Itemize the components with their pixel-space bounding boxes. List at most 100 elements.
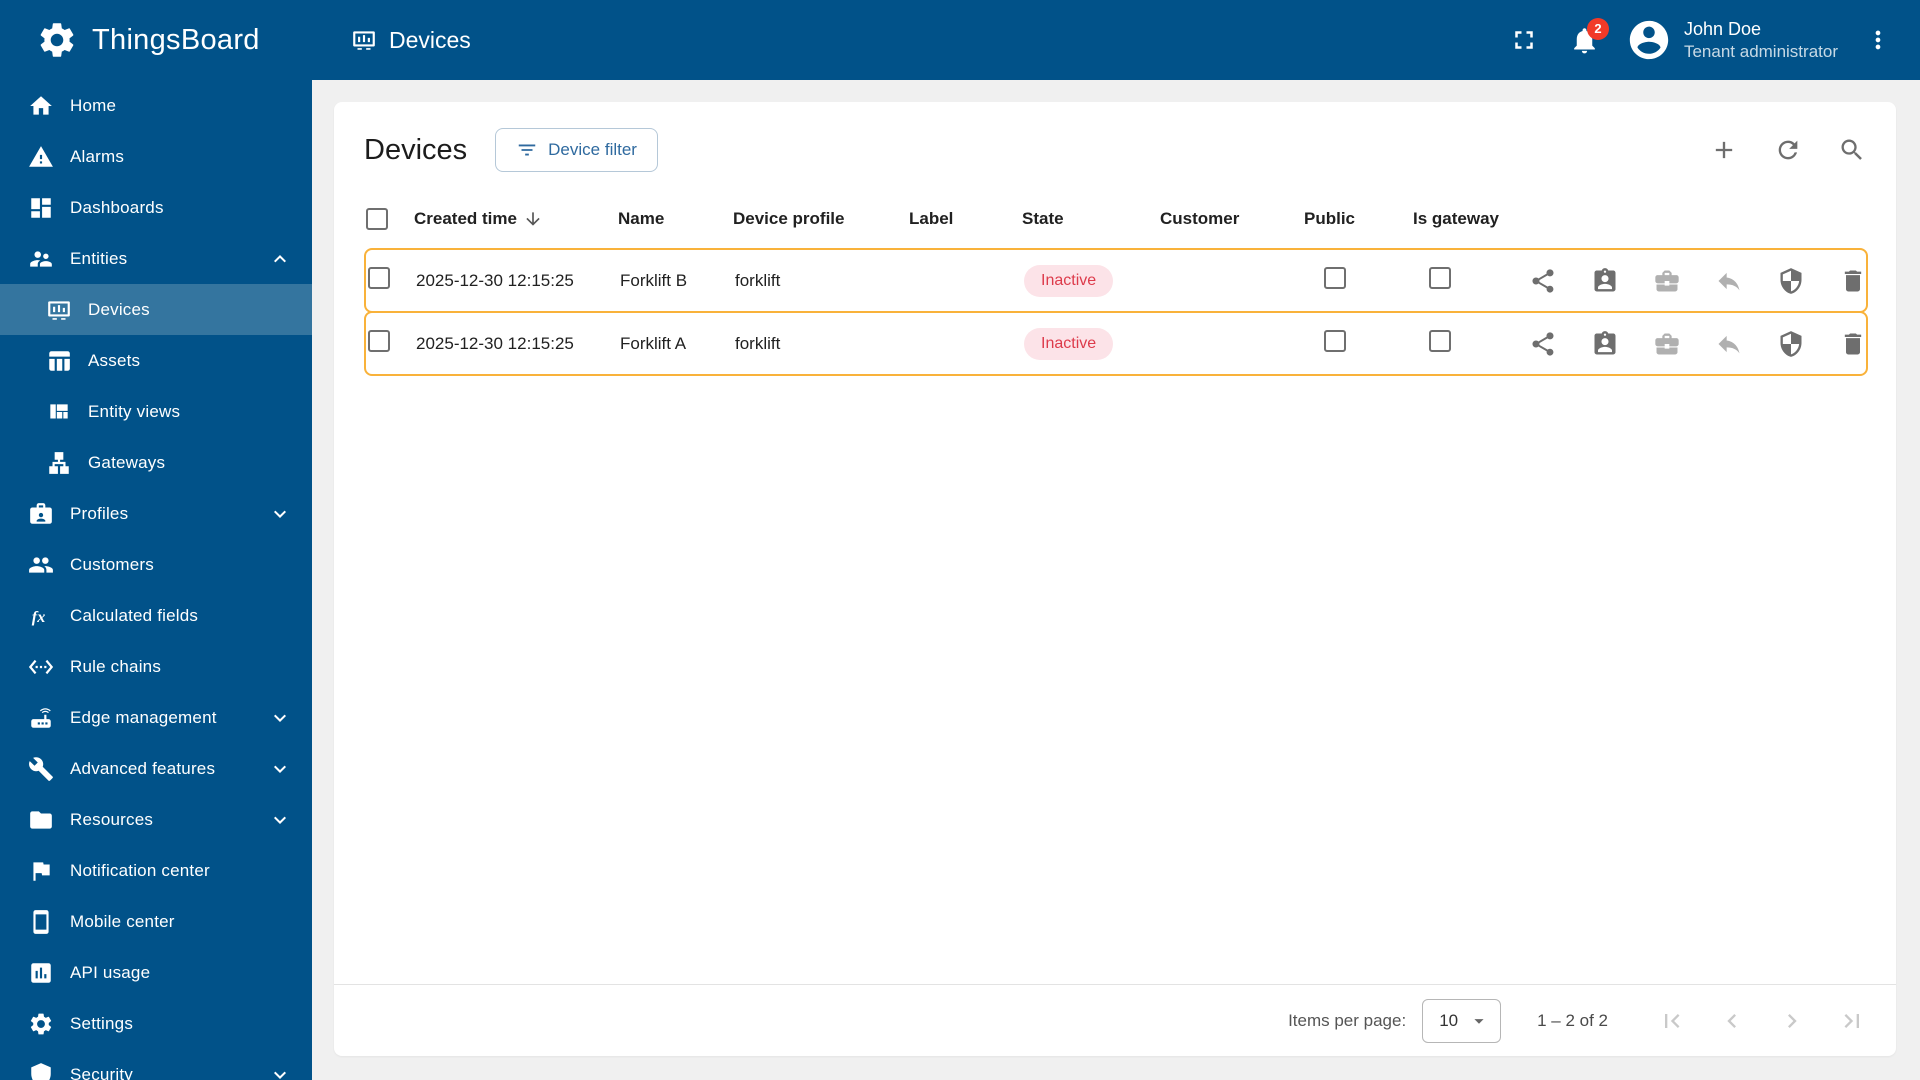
next-page-button[interactable] — [1778, 1007, 1806, 1035]
device-profile-cell: forklift — [735, 270, 781, 290]
settings-icon — [28, 1011, 54, 1037]
page-title: Devices — [364, 133, 468, 166]
sidebar-item-dashboards[interactable]: Dashboards — [0, 182, 312, 233]
sidebar: Home Alarms Dashboards Entities Devices Asset… — [0, 80, 312, 1080]
previous-page-button[interactable] — [1718, 1007, 1746, 1035]
user-info[interactable]: John Doe Tenant administrator — [1684, 18, 1838, 62]
sidebar-item-label: Mobile center — [70, 911, 175, 931]
row-actions — [1532, 330, 1875, 358]
table-row[interactable]: 2025-12-30 12:15:25 Forklift B forklift Ina… — [364, 248, 1868, 313]
device-name-cell: Forklift A — [620, 333, 687, 353]
devices-card: Devices Device filter Created time Name De… — [334, 102, 1896, 1056]
sidebar-item-label: Home — [70, 95, 117, 115]
row-checkbox[interactable] — [368, 267, 390, 289]
row-actions — [1532, 267, 1875, 295]
refresh-button[interactable] — [1774, 136, 1802, 164]
public-cell — [1306, 267, 1415, 294]
chevron-down-icon — [268, 502, 292, 526]
is-gateway-checkbox[interactable] — [1429, 267, 1451, 289]
device-filter-button[interactable]: Device filter — [495, 128, 658, 172]
notifications-button[interactable]: 2 — [1569, 17, 1609, 56]
column-header-label[interactable]: Label — [909, 209, 1022, 229]
sidebar-item-label: Settings — [70, 1013, 134, 1033]
sidebar-item-security[interactable]: Security — [0, 1049, 312, 1080]
items-per-page-select[interactable]: 10 — [1422, 998, 1502, 1043]
profiles-icon — [28, 501, 54, 527]
table-row[interactable]: 2025-12-30 12:15:25 Forklift A forklift Ina… — [364, 311, 1868, 376]
briefcase-button[interactable] — [1653, 267, 1681, 295]
row-checkbox[interactable] — [368, 330, 390, 352]
sidebar-item-customers[interactable]: Customers — [0, 539, 312, 590]
search-button[interactable] — [1838, 136, 1866, 164]
sidebar-item-calculated-fields[interactable]: fx Calculated fields — [0, 590, 312, 641]
user-role: Tenant administrator — [1683, 41, 1838, 61]
user-avatar-icon[interactable] — [1626, 17, 1672, 63]
column-header-customer[interactable]: Customer — [1160, 209, 1304, 229]
sidebar-item-assets[interactable]: Assets — [0, 335, 312, 386]
sidebar-item-api-usage[interactable]: API usage — [0, 947, 312, 998]
column-header-state[interactable]: State — [1022, 209, 1160, 229]
topbar-actions: 2 John Doe Tenant administrator — [1509, 17, 1920, 63]
column-header-name[interactable]: Name — [618, 209, 733, 229]
assignment-button[interactable] — [1591, 267, 1619, 295]
column-header-created-time[interactable]: Created time — [414, 209, 618, 229]
share-button[interactable] — [1529, 267, 1557, 295]
sidebar-item-notification-center[interactable]: Notification center — [0, 845, 312, 896]
column-header-is-gateway[interactable]: Is gateway — [1413, 209, 1533, 229]
add-device-button[interactable] — [1710, 136, 1738, 164]
sidebar-item-label: Resources — [70, 809, 154, 829]
sidebar-item-label: Profiles — [70, 503, 129, 523]
home-icon — [28, 93, 54, 119]
select-all-checkbox[interactable] — [366, 208, 388, 230]
sidebar-item-label: Entity views — [88, 401, 181, 421]
shield-half-button[interactable] — [1777, 267, 1805, 295]
sidebar-item-edge-management[interactable]: Edge management — [0, 692, 312, 743]
assignment-button[interactable] — [1591, 330, 1619, 358]
thingsboard-logo[interactable]: ThingsBoard — [0, 19, 312, 61]
card-header: Devices Device filter — [334, 102, 1896, 190]
sidebar-item-advanced-features[interactable]: Advanced features — [0, 743, 312, 794]
trash-button[interactable] — [1839, 330, 1867, 358]
table-body: 2025-12-30 12:15:25 Forklift B forklift Ina… — [364, 248, 1868, 376]
fullscreen-icon[interactable] — [1509, 25, 1539, 55]
column-header-device-profile[interactable]: Device profile — [733, 209, 909, 229]
sidebar-item-entity-views[interactable]: Entity views — [0, 386, 312, 437]
public-checkbox[interactable] — [1324, 267, 1346, 289]
sidebar-item-resources[interactable]: Resources — [0, 794, 312, 845]
more-menu-icon[interactable] — [1864, 26, 1892, 54]
sidebar-item-rule-chains[interactable]: Rule chains — [0, 641, 312, 692]
public-checkbox[interactable] — [1324, 330, 1346, 352]
is-gateway-checkbox[interactable] — [1429, 330, 1451, 352]
edge-management-icon — [28, 705, 54, 731]
sidebar-item-alarms[interactable]: Alarms — [0, 131, 312, 182]
briefcase-button[interactable] — [1653, 330, 1681, 358]
shield-half-button[interactable] — [1777, 330, 1805, 358]
sidebar-item-mobile-center[interactable]: Mobile center — [0, 896, 312, 947]
items-per-page-label: Items per page: — [1288, 1010, 1407, 1030]
undo-button[interactable] — [1715, 330, 1743, 358]
undo-button[interactable] — [1715, 267, 1743, 295]
sidebar-item-settings[interactable]: Settings — [0, 998, 312, 1049]
share-button[interactable] — [1529, 330, 1557, 358]
sidebar-item-gateways[interactable]: Gateways — [0, 437, 312, 488]
sidebar-item-devices[interactable]: Devices — [0, 284, 312, 335]
sidebar-item-label: Calculated fields — [70, 605, 199, 625]
first-page-button[interactable] — [1658, 1007, 1686, 1035]
sidebar-item-label: Customers — [70, 554, 154, 574]
created-time-cell: 2025-12-30 12:15:25 — [416, 333, 574, 353]
state-cell: Inactive — [1024, 327, 1162, 360]
device-name-cell: Forklift B — [620, 270, 688, 290]
api-usage-icon — [28, 960, 54, 986]
last-page-button[interactable] — [1838, 1007, 1866, 1035]
created-time-cell: 2025-12-30 12:15:25 — [416, 270, 574, 290]
gateways-icon — [46, 450, 72, 476]
device-profile-cell: forklift — [735, 333, 781, 353]
rule-chains-icon — [28, 654, 54, 680]
calculated-fields-icon: fx — [28, 603, 54, 629]
sidebar-item-home[interactable]: Home — [0, 80, 312, 131]
column-header-public[interactable]: Public — [1304, 209, 1413, 229]
customers-icon — [28, 552, 54, 578]
trash-button[interactable] — [1839, 267, 1867, 295]
sidebar-item-profiles[interactable]: Profiles — [0, 488, 312, 539]
sidebar-item-entities[interactable]: Entities — [0, 233, 312, 284]
